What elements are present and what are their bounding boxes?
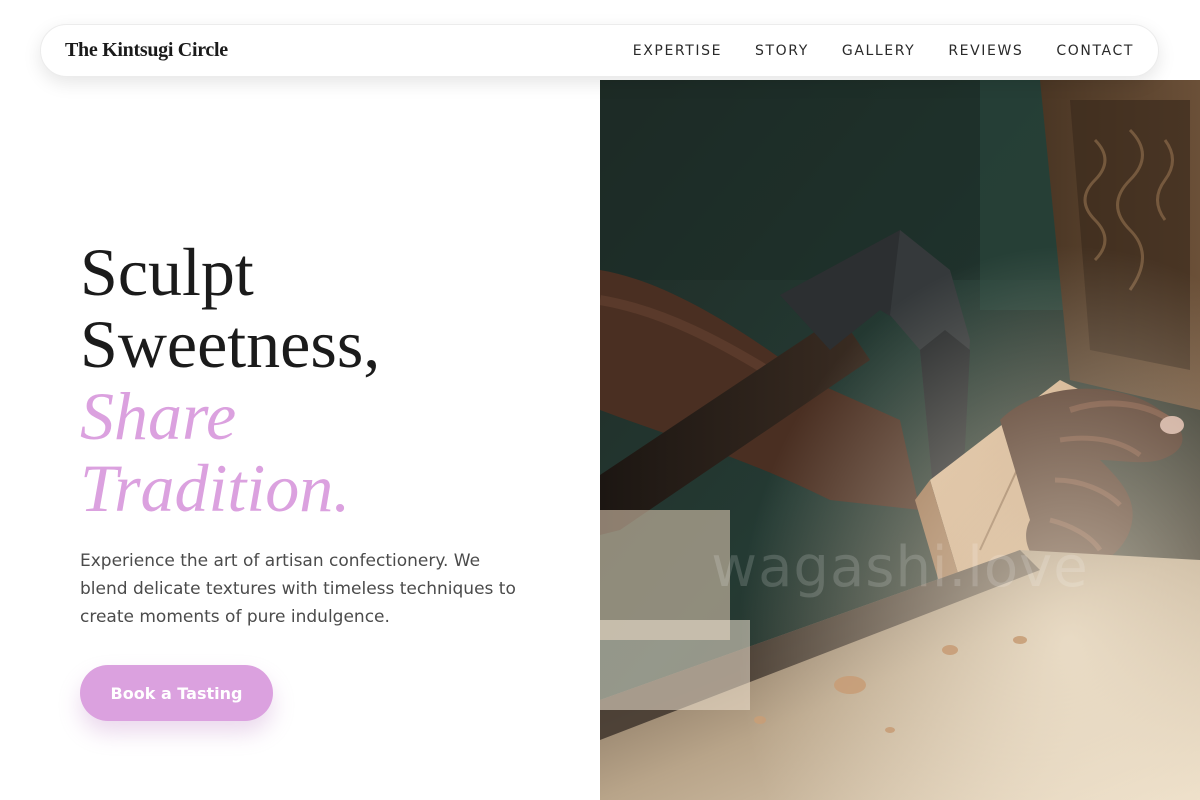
nav-link-reviews[interactable]: REVIEWS — [948, 43, 1023, 59]
woodcarving-photo-icon — [600, 80, 1200, 800]
top-navbar: The Kintsugi Circle EXPERTISE STORY GALL… — [40, 24, 1159, 77]
hero-image: wagashi.love — [600, 80, 1200, 800]
brand-logo[interactable]: The Kintsugi Circle — [65, 39, 228, 62]
nav-link-gallery[interactable]: GALLERY — [842, 43, 915, 59]
headline-accent-line-2: Tradition. — [80, 450, 351, 526]
nav-link-expertise[interactable]: EXPERTISE — [633, 43, 722, 59]
headline-line-2: Sweetness, — [80, 306, 381, 382]
nav-link-story[interactable]: STORY — [755, 43, 809, 59]
book-tasting-button[interactable]: Book a Tasting — [80, 665, 273, 721]
headline-accent-line-1: Share — [80, 378, 237, 454]
headline-line-1: Sculpt — [80, 234, 254, 310]
nav-links: EXPERTISE STORY GALLERY REVIEWS CONTACT — [633, 43, 1134, 59]
hero-section: Sculpt Sweetness, Share Tradition. Exper… — [80, 236, 560, 721]
landing-page: The Kintsugi Circle EXPERTISE STORY GALL… — [0, 0, 1200, 800]
hero-description: Experience the art of artisan confection… — [80, 551, 516, 627]
nav-link-contact[interactable]: CONTACT — [1056, 43, 1134, 59]
hero-headline: Sculpt Sweetness, Share Tradition. — [80, 236, 560, 524]
